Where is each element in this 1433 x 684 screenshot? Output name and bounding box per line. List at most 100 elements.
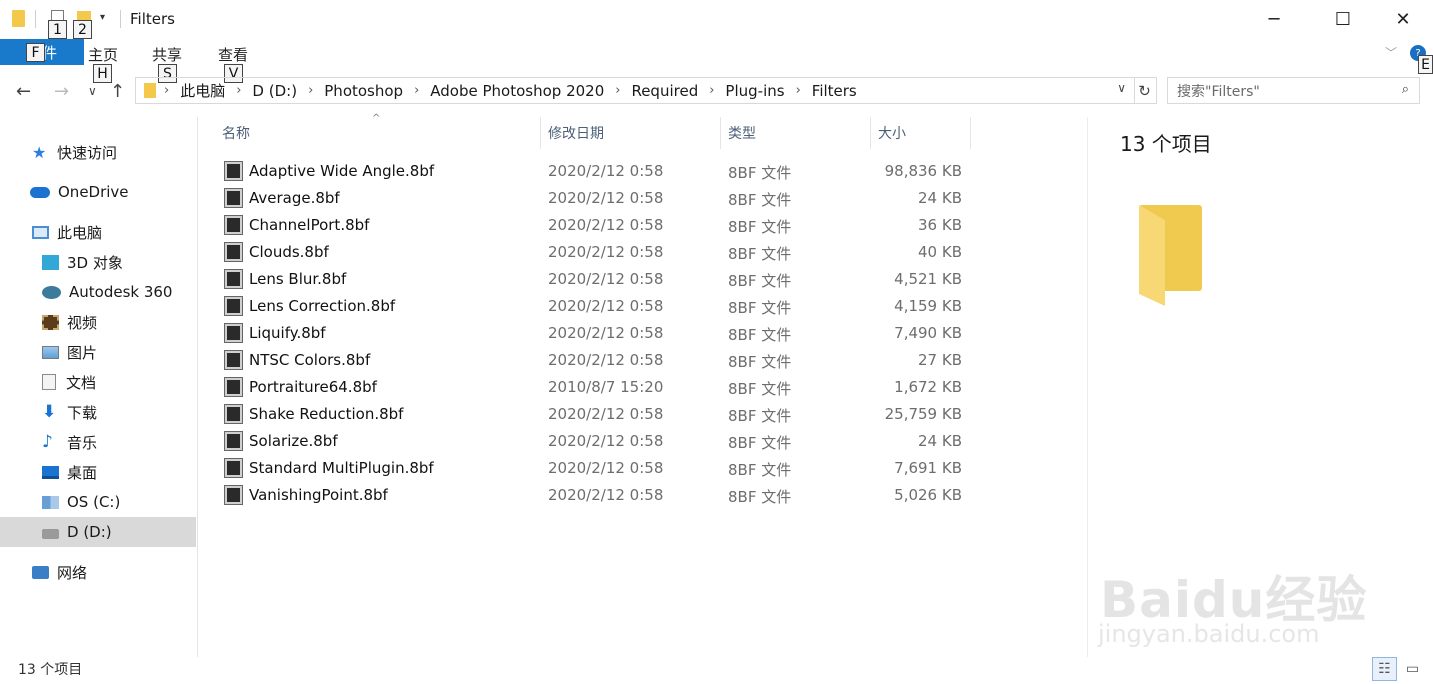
plugin-file-icon xyxy=(224,161,243,181)
file-size: 27 KB xyxy=(918,351,962,369)
tab-share[interactable]: 共享 xyxy=(152,44,182,65)
sidebar-item-d-drive[interactable]: D (D:) xyxy=(0,517,196,547)
file-size: 5,026 KB xyxy=(894,486,962,504)
file-size: 1,672 KB xyxy=(894,378,962,396)
column-header-size[interactable]: 大小 xyxy=(878,117,968,149)
tab-view[interactable]: 查看 xyxy=(218,44,248,65)
breadcrumb-this-pc[interactable]: 此电脑 xyxy=(180,80,225,101)
breadcrumb-separator[interactable]: › xyxy=(709,83,714,98)
table-row[interactable]: Adaptive Wide Angle.8bf 2020/2/12 0:58 8BF… xyxy=(222,158,982,185)
file-size: 25,759 KB xyxy=(884,405,962,423)
recent-locations-chevron-icon[interactable]: ∨ xyxy=(88,84,97,98)
file-size: 98,836 KB xyxy=(884,162,962,180)
file-date: 2020/2/12 0:58 xyxy=(548,243,664,261)
table-row[interactable]: Solarize.8bf 2020/2/12 0:58 8BF 文件 24 KB xyxy=(222,428,982,455)
sidebar-item-desktop[interactable]: 桌面 xyxy=(42,457,97,487)
search-input[interactable]: 搜索"Filters" ⌕ xyxy=(1167,77,1420,104)
breadcrumb-separator[interactable]: › xyxy=(796,83,801,98)
sidebar-item-videos[interactable]: 视频 xyxy=(42,307,97,337)
ribbon-collapse-chevron-icon[interactable]: ﹀ xyxy=(1385,44,1397,61)
sidebar-item-os-c[interactable]: OS (C:) xyxy=(42,487,120,517)
file-name: Clouds.8bf xyxy=(249,243,329,261)
breadcrumb-separator[interactable]: › xyxy=(414,83,419,98)
table-row[interactable]: Shake Reduction.8bf 2020/2/12 0:58 8BF 文件 2… xyxy=(222,401,982,428)
sidebar-item-autodesk-360[interactable]: Autodesk 360 xyxy=(42,277,172,307)
sidebar-item-onedrive[interactable]: OneDrive xyxy=(30,177,129,207)
file-type: 8BF 文件 xyxy=(728,488,792,506)
column-header-type[interactable]: 类型 xyxy=(728,117,868,149)
file-type: 8BF 文件 xyxy=(728,218,792,236)
refresh-icon[interactable]: ↻ xyxy=(1133,77,1157,104)
up-arrow-icon[interactable]: ↑ xyxy=(110,81,125,102)
column-divider[interactable] xyxy=(870,117,871,149)
column-header-date[interactable]: 修改日期 xyxy=(548,117,718,149)
file-date: 2020/2/12 0:58 xyxy=(548,486,664,504)
file-size: 36 KB xyxy=(918,216,962,234)
plugin-file-icon xyxy=(224,404,243,424)
back-arrow-icon[interactable]: ← xyxy=(16,81,31,102)
breadcrumb-separator[interactable]: › xyxy=(308,83,313,98)
breadcrumb-separator[interactable]: › xyxy=(164,83,169,98)
file-size: 40 KB xyxy=(918,243,962,261)
sidebar-item-music[interactable]: ♪ 音乐 xyxy=(42,427,97,457)
address-dropdown-chevron-icon[interactable]: ∨ xyxy=(1117,81,1126,95)
breadcrumb-plug-ins[interactable]: Plug-ins xyxy=(725,82,784,100)
column-divider[interactable] xyxy=(540,117,541,149)
film-icon xyxy=(42,314,59,330)
breadcrumb-adobe-photoshop-2020[interactable]: Adobe Photoshop 2020 xyxy=(430,82,604,100)
network-icon xyxy=(32,565,49,579)
maximize-button[interactable]: ☐ xyxy=(1320,0,1366,38)
column-divider[interactable] xyxy=(720,117,721,149)
table-row[interactable]: VanishingPoint.8bf 2020/2/12 0:58 8BF 文件 5,… xyxy=(222,482,982,509)
file-date: 2020/2/12 0:58 xyxy=(548,459,664,477)
breadcrumb-separator[interactable]: › xyxy=(236,83,241,98)
customize-toolbar-chevron-icon[interactable]: ▾ xyxy=(100,12,105,23)
table-row[interactable]: Lens Correction.8bf 2020/2/12 0:58 8BF 文件 4… xyxy=(222,293,982,320)
sidebar-item-documents[interactable]: 文档 xyxy=(42,367,96,397)
quick-access-folder-icon[interactable] xyxy=(12,10,25,27)
sidebar-item-downloads[interactable]: ⬇ 下载 xyxy=(42,397,97,427)
file-date: 2020/2/12 0:58 xyxy=(548,270,664,288)
file-name: Lens Correction.8bf xyxy=(249,297,396,315)
table-row[interactable]: Lens Blur.8bf 2020/2/12 0:58 8BF 文件 4,521 K… xyxy=(222,266,982,293)
table-row[interactable]: Liquify.8bf 2020/2/12 0:58 8BF 文件 7,490 KB xyxy=(222,320,982,347)
sidebar-item-quick-access[interactable]: ★ 快速访问 xyxy=(32,137,117,167)
table-row[interactable]: NTSC Colors.8bf 2020/2/12 0:58 8BF 文件 27 KB xyxy=(222,347,982,374)
address-bar[interactable]: › 此电脑 › D (D:) › Photoshop › Adobe Photo… xyxy=(135,77,1135,104)
column-header-name[interactable]: 名称 xyxy=(222,117,540,149)
file-size: 7,691 KB xyxy=(894,459,962,477)
breadcrumb-photoshop[interactable]: Photoshop xyxy=(324,82,403,100)
sidebar-item-label: Autodesk 360 xyxy=(69,283,173,301)
column-divider[interactable] xyxy=(970,117,971,149)
file-date: 2020/2/12 0:58 xyxy=(548,297,664,315)
forward-arrow-icon[interactable]: → xyxy=(54,81,69,102)
breadcrumb-d-drive[interactable]: D (D:) xyxy=(252,82,297,100)
sidebar-item-this-pc[interactable]: 此电脑 xyxy=(32,217,102,247)
breadcrumb-required[interactable]: Required xyxy=(631,82,698,100)
divider xyxy=(120,10,121,28)
file-size: 4,521 KB xyxy=(894,270,962,288)
table-row[interactable]: Portraiture64.8bf 2010/8/7 15:20 8BF 文件 1,6… xyxy=(222,374,982,401)
close-button[interactable]: ✕ xyxy=(1380,0,1426,38)
tab-home[interactable]: 主页 xyxy=(88,44,118,65)
breadcrumb-separator[interactable]: › xyxy=(615,83,620,98)
table-row[interactable]: ChannelPort.8bf 2020/2/12 0:58 8BF 文件 36 KB xyxy=(222,212,982,239)
details-view-button[interactable]: ☷ xyxy=(1372,657,1397,681)
large-icons-view-button[interactable]: ▭ xyxy=(1400,657,1425,681)
file-type: 8BF 文件 xyxy=(728,407,792,425)
table-row[interactable]: Average.8bf 2020/2/12 0:58 8BF 文件 24 KB xyxy=(222,185,982,212)
plugin-file-icon xyxy=(224,215,243,235)
sidebar-item-label: 图片 xyxy=(67,343,98,362)
sidebar-item-pictures[interactable]: 图片 xyxy=(42,337,97,367)
minimize-button[interactable]: ─ xyxy=(1251,0,1297,38)
file-date: 2020/2/12 0:58 xyxy=(548,432,664,450)
table-row[interactable]: Clouds.8bf 2020/2/12 0:58 8BF 文件 40 KB xyxy=(222,239,982,266)
sidebar-item-3d-objects[interactable]: 3D 对象 xyxy=(42,247,123,277)
table-row[interactable]: Standard MultiPlugin.8bf 2020/2/12 0:58 8B… xyxy=(222,455,982,482)
search-icon[interactable]: ⌕ xyxy=(1402,82,1409,97)
file-type: 8BF 文件 xyxy=(728,326,792,344)
navigation-pane[interactable]: ★ 快速访问 OneDrive 此电脑 3D 对象 Autodesk 360 视… xyxy=(0,117,198,657)
download-icon: ⬇ xyxy=(42,401,57,422)
breadcrumb-filters[interactable]: Filters xyxy=(812,82,857,100)
sidebar-item-network[interactable]: 网络 xyxy=(32,557,87,587)
